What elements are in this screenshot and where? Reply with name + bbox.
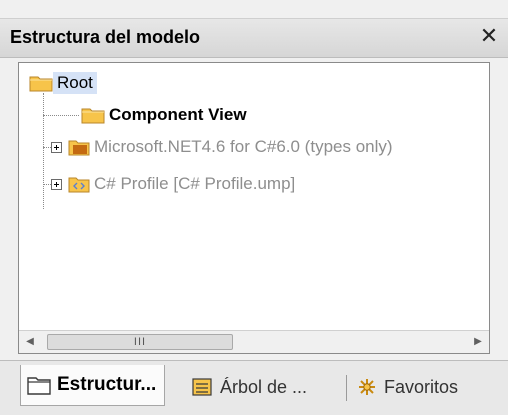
tree-panel[interactable]: Root Component View Microsoft.NET4.6 for… bbox=[18, 62, 490, 354]
tree-node-dotnet-package[interactable]: Microsoft.NET4.6 for C#6.0 (types only) bbox=[51, 135, 393, 159]
tab-label: Árbol de ... bbox=[220, 376, 308, 397]
tab-diagram-tree[interactable]: Árbol de ... bbox=[192, 369, 307, 405]
tab-separator bbox=[346, 375, 347, 401]
window-titlebar: Estructura del modelo ✕ bbox=[0, 18, 508, 58]
window-title: Estructura del modelo bbox=[10, 27, 201, 47]
tree-node-label: Microsoft.NET4.6 for C#6.0 (types only) bbox=[94, 137, 393, 156]
csharp-package-icon bbox=[68, 140, 90, 156]
tree-node-label: C# Profile [C# Profile.ump] bbox=[94, 174, 296, 193]
tree-connector bbox=[43, 147, 51, 148]
scroll-left-arrow[interactable]: ◀ bbox=[23, 335, 37, 349]
panel-tab-bar: Estructur... Árbol de ... Favoritos bbox=[0, 360, 508, 415]
tree-node-csharp-profile[interactable]: C# Profile [C# Profile.ump] bbox=[51, 172, 295, 196]
favorites-icon bbox=[359, 379, 375, 395]
horizontal-scrollbar[interactable]: ◀ III ▶ bbox=[19, 330, 489, 353]
tree-node-label: Component View bbox=[109, 105, 247, 124]
tree-node-label: Root bbox=[53, 72, 97, 94]
profile-package-icon bbox=[68, 177, 90, 193]
scroll-right-arrow[interactable]: ▶ bbox=[471, 335, 485, 349]
close-button[interactable]: ✕ bbox=[478, 25, 500, 47]
expand-toggle[interactable] bbox=[51, 178, 62, 190]
tree-node-component-view[interactable]: Component View bbox=[81, 103, 247, 127]
folder-outline-icon bbox=[27, 377, 51, 395]
tree-connector bbox=[43, 184, 51, 185]
expand-toggle[interactable] bbox=[51, 141, 62, 153]
tree-connector-vertical bbox=[43, 93, 44, 209]
folder-icon bbox=[29, 76, 53, 92]
tree-node-root[interactable]: Root bbox=[29, 71, 97, 95]
tab-model-tree[interactable]: Estructur... bbox=[20, 365, 166, 406]
folder-icon bbox=[81, 108, 105, 124]
tab-label: Favoritos bbox=[384, 376, 459, 397]
tree-list-icon bbox=[192, 378, 212, 396]
tree-connector bbox=[43, 115, 79, 116]
scroll-thumb[interactable]: III bbox=[47, 334, 233, 350]
tab-label: Estructur... bbox=[57, 374, 157, 395]
tab-favorites[interactable]: Favoritos bbox=[356, 369, 458, 405]
model-tree-window: Estructura del modelo ✕ Root Component V… bbox=[0, 0, 508, 415]
